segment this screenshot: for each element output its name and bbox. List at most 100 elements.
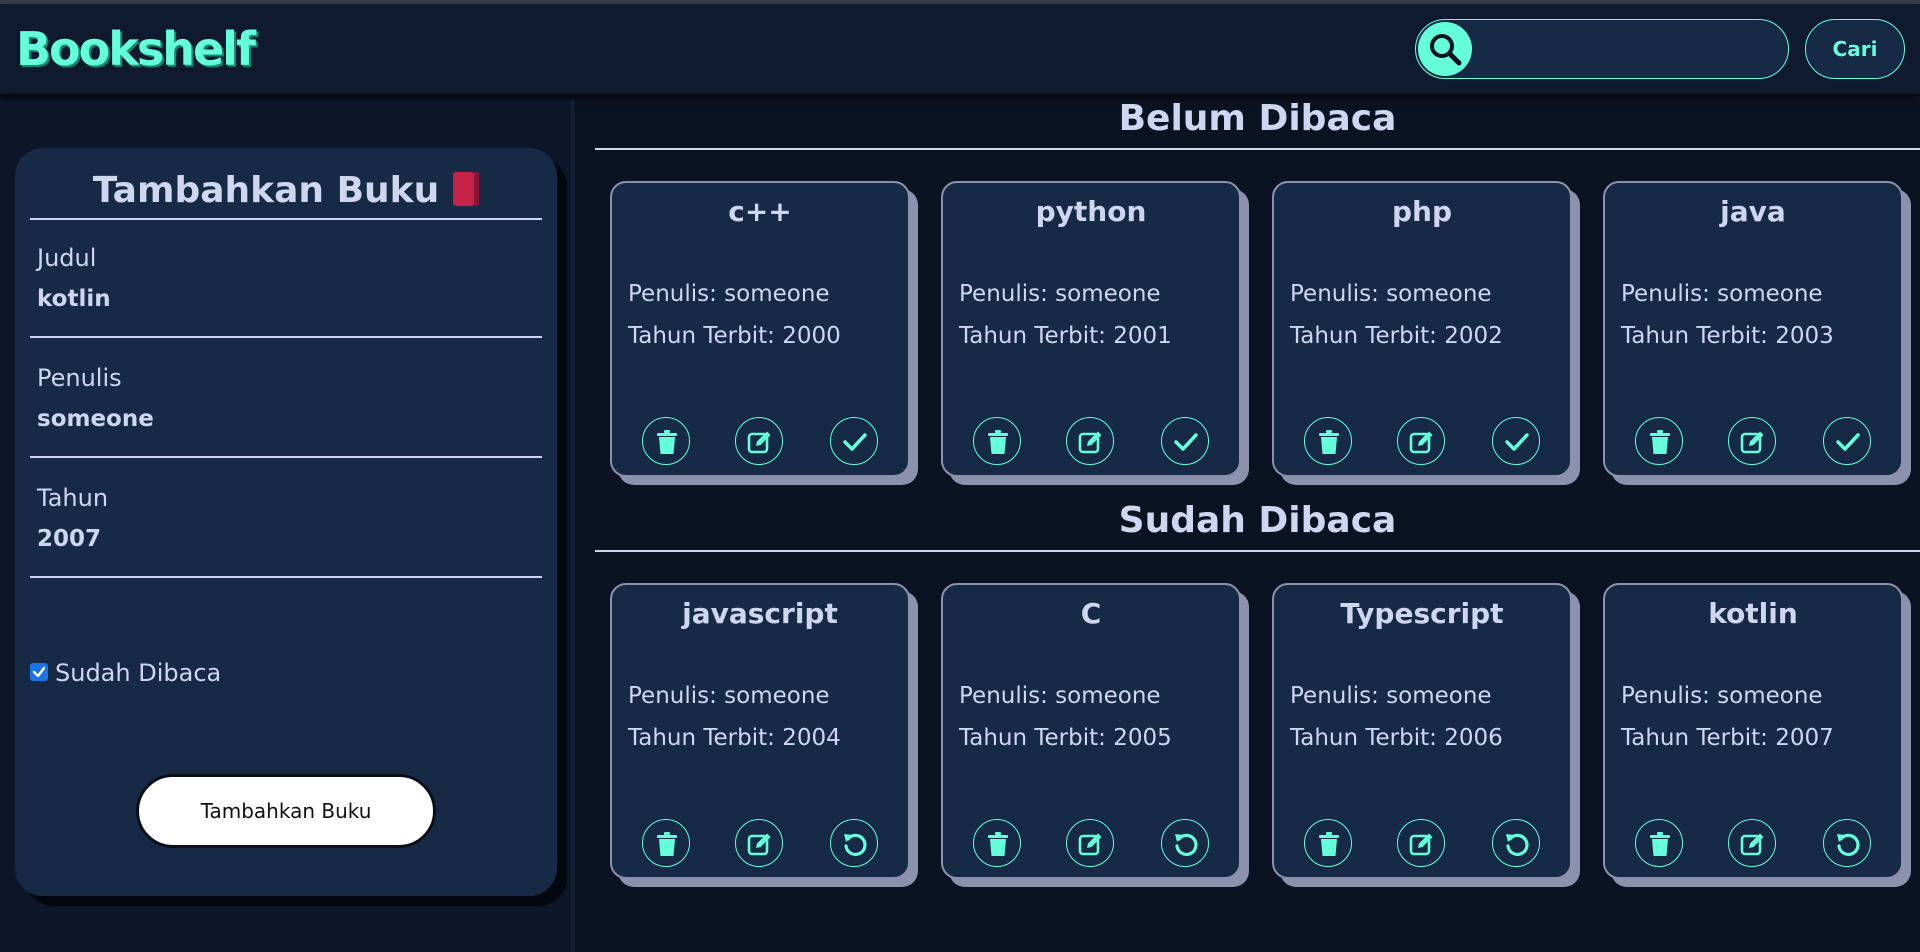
book-card: C Penulis: someone Tahun Terbit: 2005 — [941, 583, 1241, 879]
check-icon — [1836, 433, 1860, 451]
undo-icon — [844, 833, 867, 856]
book-title: python — [1035, 195, 1147, 228]
author-field-label: Penulis — [37, 364, 122, 392]
book-card: kotlin Penulis: someone Tahun Terbit: 20… — [1603, 583, 1903, 879]
mark-read-button[interactable] — [1823, 417, 1871, 465]
delete-button[interactable] — [1635, 417, 1683, 465]
delete-button[interactable] — [1304, 819, 1352, 867]
mark-unread-button[interactable] — [1161, 819, 1209, 867]
add-book-button[interactable]: Tambahkan Buku — [136, 774, 436, 848]
delete-button[interactable] — [973, 417, 1021, 465]
read-checkbox[interactable] — [30, 663, 48, 681]
book-year: Tahun Terbit: 2001 — [959, 323, 1172, 349]
book-author: Penulis: someone — [628, 683, 830, 709]
edit-button[interactable] — [1728, 417, 1776, 465]
edit-button[interactable] — [735, 819, 783, 867]
form-title-divider — [30, 218, 542, 220]
edit-icon — [747, 833, 771, 856]
author-field-underline — [30, 456, 542, 458]
book-year: Tahun Terbit: 2003 — [1621, 323, 1834, 349]
year-field-label: Tahun — [37, 484, 109, 512]
book-year: Tahun Terbit: 2000 — [628, 323, 841, 349]
trash-icon — [988, 832, 1008, 856]
edit-icon — [1078, 431, 1102, 454]
check-icon — [1174, 433, 1198, 451]
edit-icon — [1409, 833, 1433, 856]
book-card: Typescript Penulis: someone Tahun Terbit… — [1272, 583, 1572, 879]
book-title: javascript — [682, 597, 838, 630]
trash-icon — [657, 832, 677, 856]
delete-button[interactable] — [1304, 417, 1352, 465]
mark-unread-button[interactable] — [1823, 819, 1871, 867]
book-year: Tahun Terbit: 2004 — [628, 725, 841, 751]
year-field[interactable]: 2007 — [37, 526, 517, 552]
mark-read-button[interactable] — [830, 417, 878, 465]
book-card: javascript Penulis: someone Tahun Terbit… — [610, 583, 910, 879]
search-icon[interactable] — [1418, 22, 1472, 76]
title-field[interactable]: kotlin — [37, 286, 517, 312]
delete-button[interactable] — [973, 819, 1021, 867]
mark-read-button[interactable] — [1161, 417, 1209, 465]
sidebar-divider — [570, 100, 575, 952]
book-icon — [453, 172, 480, 206]
trash-icon — [988, 430, 1008, 454]
book-card: php Penulis: someone Tahun Terbit: 2002 — [1272, 181, 1572, 477]
book-year: Tahun Terbit: 2006 — [1290, 725, 1503, 751]
trash-icon — [1319, 832, 1339, 856]
form-title: Tambahkan Buku — [15, 170, 557, 211]
book-author: Penulis: someone — [1621, 683, 1823, 709]
edit-button[interactable] — [1397, 417, 1445, 465]
edit-icon — [1740, 431, 1764, 454]
book-author: Penulis: someone — [1290, 281, 1492, 307]
edit-button[interactable] — [1066, 819, 1114, 867]
add-book-form: Tambahkan Buku Judul kotlin Penulis some… — [15, 148, 557, 896]
search-button[interactable]: Cari — [1805, 19, 1905, 79]
book-author: Penulis: someone — [959, 281, 1161, 307]
trash-icon — [1650, 430, 1670, 454]
year-field-underline — [30, 576, 542, 578]
book-card: python Penulis: someone Tahun Terbit: 20… — [941, 181, 1241, 477]
book-title: C — [1080, 597, 1102, 630]
search-input[interactable] — [1478, 30, 1778, 68]
read-section-divider — [595, 550, 1920, 552]
checkmark-icon — [32, 666, 46, 678]
trash-icon — [1319, 430, 1339, 454]
delete-button[interactable] — [642, 417, 690, 465]
book-author: Penulis: someone — [628, 281, 830, 307]
book-title: c++ — [728, 195, 792, 228]
edit-button[interactable] — [735, 417, 783, 465]
book-year: Tahun Terbit: 2005 — [959, 725, 1172, 751]
read-section-title: Sudah Dibaca — [1118, 500, 1397, 541]
book-year: Tahun Terbit: 2007 — [1621, 725, 1834, 751]
book-author: Penulis: someone — [1290, 683, 1492, 709]
delete-button[interactable] — [1635, 819, 1683, 867]
undo-icon — [1837, 833, 1860, 856]
delete-button[interactable] — [642, 819, 690, 867]
edit-button[interactable] — [1397, 819, 1445, 867]
mark-unread-button[interactable] — [1492, 819, 1540, 867]
title-field-label: Judul — [37, 244, 97, 272]
search-box[interactable] — [1415, 19, 1789, 79]
author-field[interactable]: someone — [37, 406, 517, 432]
book-title: Typescript — [1340, 597, 1504, 630]
book-year: Tahun Terbit: 2002 — [1290, 323, 1503, 349]
mark-read-button[interactable] — [1492, 417, 1540, 465]
app-header: Bookshelf Cari — [0, 4, 1920, 94]
read-checkbox-label[interactable]: Sudah Dibaca — [55, 659, 221, 687]
edit-icon — [747, 431, 771, 454]
check-icon — [1505, 433, 1529, 451]
title-field-underline — [30, 336, 542, 338]
mark-unread-button[interactable] — [830, 819, 878, 867]
book-title: php — [1391, 195, 1453, 228]
unread-section-divider — [595, 148, 1920, 150]
unread-section-title: Belum Dibaca — [1118, 98, 1397, 139]
book-author: Penulis: someone — [959, 683, 1161, 709]
app-brand: Bookshelf — [16, 22, 256, 76]
edit-button[interactable] — [1066, 417, 1114, 465]
check-icon — [843, 433, 867, 451]
undo-icon — [1175, 833, 1198, 856]
edit-button[interactable] — [1728, 819, 1776, 867]
book-title: kotlin — [1708, 597, 1798, 630]
book-author: Penulis: someone — [1621, 281, 1823, 307]
trash-icon — [657, 430, 677, 454]
